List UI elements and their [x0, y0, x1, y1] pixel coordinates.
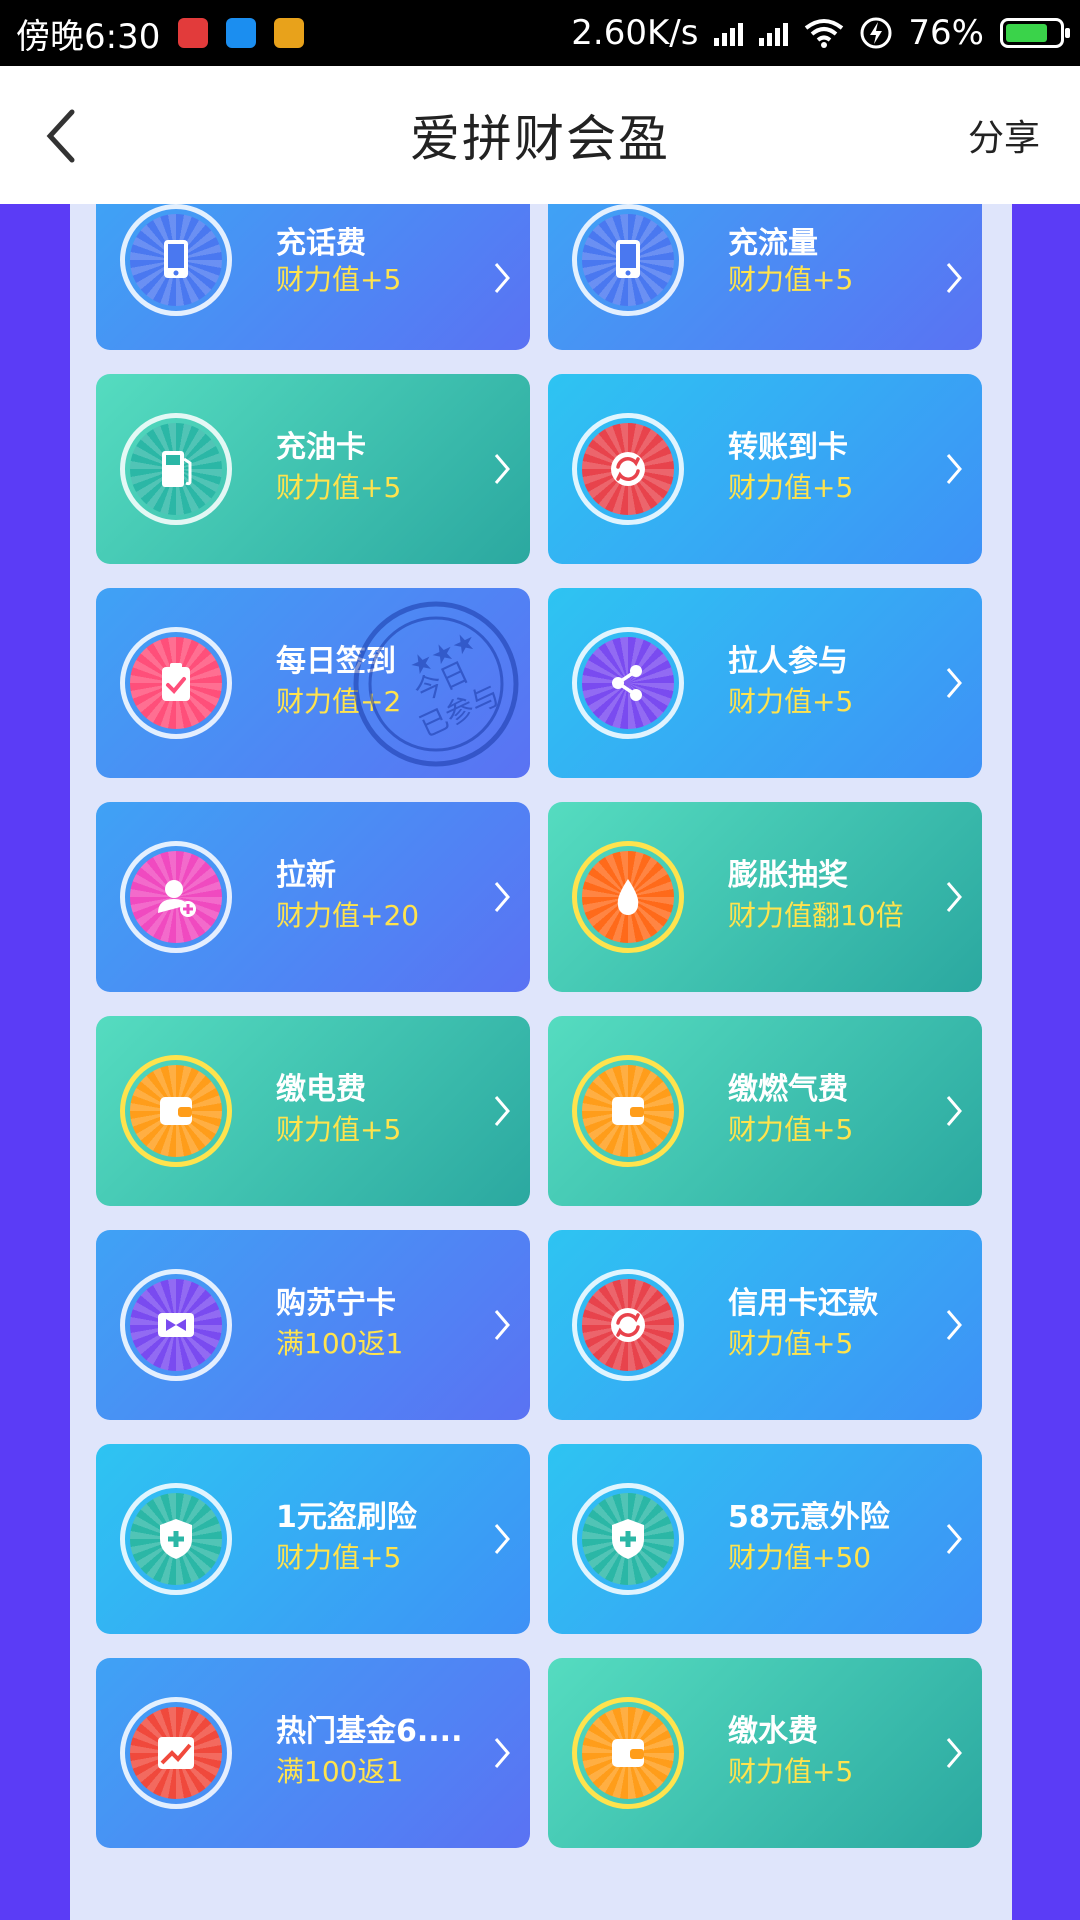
- fuel-pump-icon: [120, 413, 232, 525]
- chevron-right-icon: [946, 454, 962, 484]
- task-reward: 财力值+5: [728, 263, 854, 296]
- task-card[interactable]: 热门基金6.... 满100返1: [96, 1658, 530, 1848]
- task-reward: 财力值+5: [728, 471, 854, 504]
- battery-percent: 76%: [908, 13, 984, 53]
- task-card[interactable]: 58元意外险 财力值+50: [548, 1444, 982, 1634]
- task-card[interactable]: 充油卡 财力值+5: [96, 374, 530, 564]
- chevron-right-icon: [494, 1096, 510, 1126]
- task-card[interactable]: 1元盗刷险 财力值+5: [96, 1444, 530, 1634]
- chevron-right-icon: [946, 1096, 962, 1126]
- status-bar: 傍晚6:30 2.60K/s 76%: [0, 0, 1080, 66]
- task-card[interactable]: 缴水费 财力值+5: [548, 1658, 982, 1848]
- phone-icon: [572, 204, 684, 316]
- chevron-right-icon: [494, 882, 510, 912]
- stamp-seal: ★★★ 今日 已参与: [353, 601, 519, 767]
- task-label: 58元意外险: [728, 1500, 890, 1535]
- chevron-left-icon[interactable]: [38, 106, 88, 166]
- share-icon: [572, 627, 684, 739]
- task-label: 缴水费: [728, 1714, 818, 1749]
- chevron-right-icon: [946, 1310, 962, 1340]
- task-card[interactable]: 缴电费 财力值+5: [96, 1016, 530, 1206]
- gift-app-notification-icon: [274, 18, 305, 48]
- task-reward: 财力值+20: [276, 899, 420, 932]
- network-speed: 2.60K/s: [571, 13, 699, 53]
- wallet-icon: [572, 1055, 684, 1167]
- signal-icon: [759, 20, 789, 46]
- exchange-icon: [572, 1269, 684, 1381]
- status-time: 傍晚6:30: [16, 16, 161, 57]
- task-reward: 财力值+5: [276, 1541, 402, 1574]
- drop-icon: [572, 841, 684, 953]
- task-label: 充话费: [276, 226, 366, 261]
- task-card[interactable]: 充话费 财力值+5: [96, 204, 530, 350]
- task-reward: 财力值翻10倍: [728, 899, 904, 932]
- task-card[interactable]: 膨胀抽奖 财力值翻10倍: [548, 802, 982, 992]
- chevron-right-icon: [494, 263, 510, 293]
- task-card[interactable]: 购苏宁卡 满100返1: [96, 1230, 530, 1420]
- phone-icon: [120, 204, 232, 316]
- task-reward: 满100返1: [276, 1327, 404, 1360]
- chevron-right-icon: [946, 1524, 962, 1554]
- wifi-icon: [805, 19, 844, 48]
- task-reward: 财力值+50: [728, 1541, 872, 1574]
- shield-plus-icon: [120, 1483, 232, 1595]
- chevron-right-icon: [494, 1310, 510, 1340]
- task-label: 膨胀抽奖: [728, 858, 848, 893]
- task-reward: 财力值+5: [728, 1113, 854, 1146]
- add-user-icon: [120, 841, 232, 953]
- battery-icon: [1000, 18, 1070, 48]
- shield-plus-icon: [572, 1483, 684, 1595]
- exchange-icon: [572, 413, 684, 525]
- page-title: 爱拼财会盈: [410, 110, 670, 168]
- signal-icon: [714, 20, 744, 46]
- bank-app-notification-icon: [178, 18, 209, 48]
- app-header: 爱拼财会盈 分享: [0, 66, 1080, 204]
- wallet-icon: [120, 1055, 232, 1167]
- share-button[interactable]: 分享: [968, 109, 1040, 161]
- task-reward: 财力值+5: [728, 685, 854, 718]
- chevron-right-icon: [946, 263, 962, 293]
- task-card[interactable]: 信用卡还款 财力值+5: [548, 1230, 982, 1420]
- task-reward: 满100返1: [276, 1755, 404, 1788]
- task-label: 拉人参与: [728, 644, 848, 679]
- task-card[interactable]: 拉人参与 财力值+5: [548, 588, 982, 778]
- task-reward: 财力值+5: [728, 1327, 854, 1360]
- task-reward: 财力值+5: [276, 1113, 402, 1146]
- chevron-right-icon: [946, 882, 962, 912]
- card-bow-icon: [120, 1269, 232, 1381]
- task-label: 信用卡还款: [728, 1286, 878, 1321]
- task-label: 转账到卡: [728, 430, 848, 465]
- task-label: 1元盗刷险: [276, 1500, 417, 1535]
- task-label: 缴燃气费: [728, 1072, 848, 1107]
- chevron-right-icon: [494, 1738, 510, 1768]
- task-label: 购苏宁卡: [276, 1286, 396, 1321]
- task-card[interactable]: 每日签到 财力值+2 ★★★ 今日 已参与: [96, 588, 530, 778]
- chevron-right-icon: [494, 454, 510, 484]
- task-card[interactable]: 充流量 财力值+5: [548, 204, 982, 350]
- clipboard-check-icon: [120, 627, 232, 739]
- task-label: 热门基金6....: [276, 1714, 463, 1749]
- task-reward: 财力值+5: [728, 1755, 854, 1788]
- task-reward: 财力值+5: [276, 471, 402, 504]
- chevron-right-icon: [946, 668, 962, 698]
- chevron-right-icon: [494, 1524, 510, 1554]
- task-label: 充油卡: [276, 430, 366, 465]
- yi-app-notification-icon: [226, 18, 257, 48]
- task-label: 充流量: [728, 226, 818, 261]
- charging-icon: [860, 17, 892, 49]
- chevron-right-icon: [946, 1738, 962, 1768]
- task-label: 拉新: [276, 858, 336, 893]
- wallet-icon: [572, 1697, 684, 1809]
- task-label: 缴电费: [276, 1072, 366, 1107]
- task-reward: 财力值+5: [276, 263, 402, 296]
- trend-chart-icon: [120, 1697, 232, 1809]
- task-card[interactable]: 拉新 财力值+20: [96, 802, 530, 992]
- task-card[interactable]: 缴燃气费 财力值+5: [548, 1016, 982, 1206]
- task-card[interactable]: 转账到卡 财力值+5: [548, 374, 982, 564]
